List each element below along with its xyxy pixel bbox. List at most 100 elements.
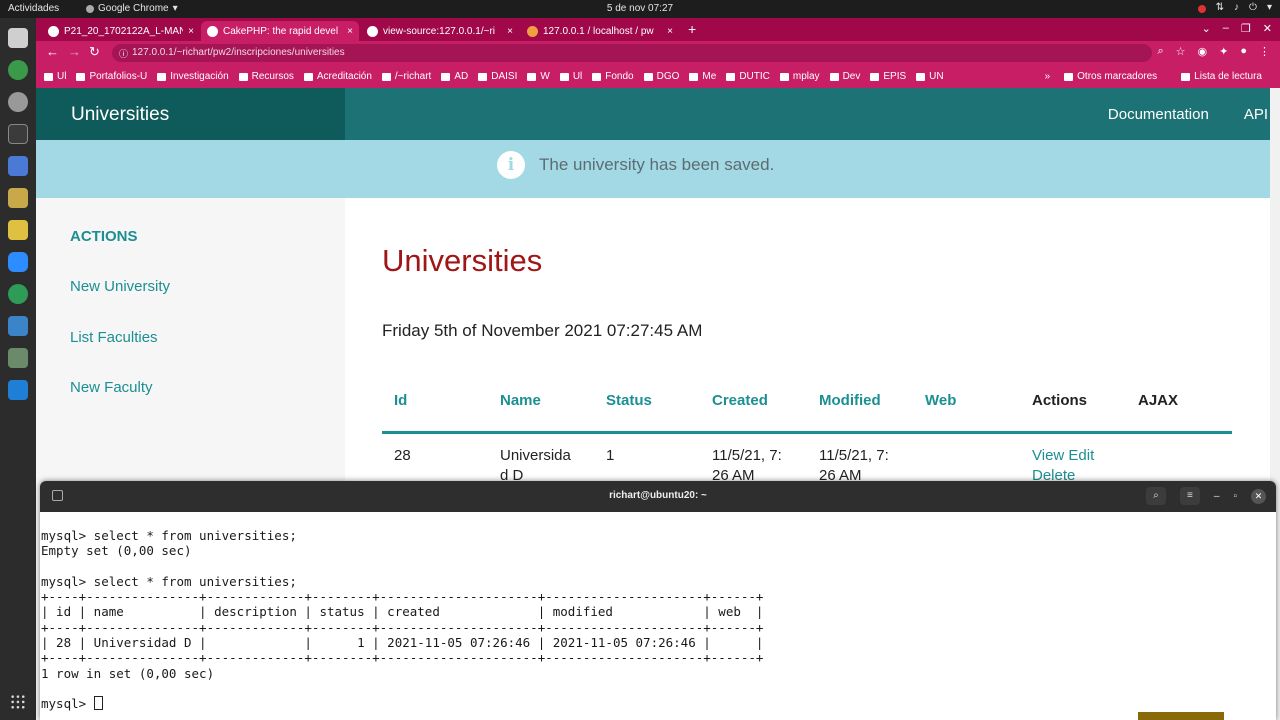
flash-text: The university has been saved. bbox=[539, 155, 775, 174]
bookmarks-more-button[interactable]: » bbox=[1045, 71, 1051, 82]
bookmark-item[interactable]: DGO bbox=[643, 71, 679, 82]
bookmark-item[interactable]: Ul bbox=[44, 71, 66, 82]
zoom-icon[interactable]: ⌕ bbox=[1157, 45, 1163, 58]
vm-icon[interactable] bbox=[8, 316, 28, 336]
chrome-icon[interactable] bbox=[8, 60, 28, 80]
bookmark-item[interactable]: DUTIC bbox=[726, 71, 770, 82]
close-icon[interactable]: × bbox=[188, 26, 194, 37]
terminal-line: | id | name | description | status | cre… bbox=[41, 604, 764, 620]
bookmark-item[interactable]: UN bbox=[916, 71, 944, 82]
tab-2[interactable]: view-source:127.0.0.1/~ri × bbox=[361, 21, 519, 41]
bookmark-item[interactable]: Me bbox=[689, 71, 716, 82]
brand-title[interactable]: Universities bbox=[71, 104, 169, 126]
other-bookmarks-folder[interactable]: Otros marcadores bbox=[1064, 71, 1157, 82]
address-bar[interactable]: ⓘ 127.0.0.1/~richart/pw2/inscripciones/u… bbox=[112, 44, 1152, 62]
vscode-icon[interactable] bbox=[8, 380, 28, 400]
bookmark-star-icon[interactable]: ☆ bbox=[1176, 45, 1186, 58]
bookmark-label: Acreditación bbox=[316, 71, 372, 82]
edit-link[interactable]: Edit bbox=[1068, 447, 1094, 464]
bookmark-item[interactable]: Dev bbox=[829, 71, 860, 82]
page-title: Universities bbox=[382, 243, 543, 278]
bookmark-label: DUTIC bbox=[739, 71, 770, 82]
documentation-link[interactable]: Documentation bbox=[1108, 106, 1209, 123]
header-name[interactable]: Name bbox=[500, 392, 541, 409]
bookmark-icon bbox=[478, 72, 488, 81]
info-icon[interactable]: ⓘ bbox=[119, 47, 128, 60]
new-university-link[interactable]: New University bbox=[70, 278, 170, 295]
header-web[interactable]: Web bbox=[925, 392, 956, 409]
app-icon-triangle[interactable] bbox=[8, 220, 28, 240]
close-icon[interactable]: × bbox=[507, 26, 513, 37]
bookmark-item[interactable]: mplay bbox=[779, 71, 820, 82]
bookmark-label: /~richart bbox=[394, 71, 432, 82]
terminal-output[interactable]: mysql> select * from universities; Empty … bbox=[41, 528, 1271, 712]
new-tab-button[interactable]: + bbox=[688, 21, 696, 37]
header-id[interactable]: Id bbox=[394, 392, 407, 409]
files-icon[interactable] bbox=[8, 28, 28, 48]
system-tray[interactable]: ⇅ ♪ ⏻ ▾ bbox=[1197, 2, 1272, 13]
extension-icon[interactable]: ◉ bbox=[1198, 45, 1208, 58]
api-link[interactable]: API bbox=[1244, 106, 1268, 123]
minimize-icon[interactable]: – bbox=[1223, 22, 1229, 35]
settings-icon[interactable] bbox=[8, 92, 28, 112]
close-icon[interactable]: ✕ bbox=[1251, 488, 1266, 504]
info-icon: i bbox=[497, 151, 525, 179]
view-link[interactable]: View bbox=[1032, 447, 1064, 464]
bookmark-label: Investigación bbox=[170, 71, 229, 82]
close-icon[interactable]: ✕ bbox=[1263, 22, 1272, 35]
reading-list-icon bbox=[1181, 72, 1191, 81]
header-modified[interactable]: Modified bbox=[819, 392, 881, 409]
archive-icon[interactable] bbox=[8, 188, 28, 208]
bookmark-item[interactable]: Recursos bbox=[238, 71, 294, 82]
terminal-line: mysql> select * from universities; bbox=[41, 573, 297, 589]
terminal-prompt-line[interactable]: mysql> bbox=[41, 696, 1271, 711]
bookmark-item[interactable]: Fondo bbox=[592, 71, 634, 82]
list-faculties-link[interactable]: List Faculties bbox=[70, 329, 158, 346]
dock bbox=[0, 18, 36, 720]
bookmark-item[interactable]: DAISI bbox=[478, 71, 517, 82]
bookmark-item[interactable]: AD bbox=[441, 71, 468, 82]
back-button[interactable]: ← bbox=[46, 44, 59, 59]
app-icon-green[interactable] bbox=[8, 284, 28, 304]
bookmark-label: mplay bbox=[792, 71, 820, 82]
close-icon[interactable]: × bbox=[347, 26, 353, 37]
minimize-icon[interactable]: – bbox=[1214, 491, 1220, 502]
bookmark-item[interactable]: Ul bbox=[559, 71, 582, 82]
bookmark-item[interactable]: Investigación bbox=[157, 71, 229, 82]
bookmark-item[interactable]: W bbox=[527, 71, 550, 82]
globe-favicon-icon bbox=[367, 25, 378, 37]
terminal-icon[interactable] bbox=[8, 124, 28, 144]
bookmark-item[interactable]: /~richart bbox=[381, 71, 432, 82]
hamburger-menu-icon[interactable]: ≡ bbox=[1179, 487, 1200, 505]
reading-list-button[interactable]: Lista de lectura bbox=[1181, 71, 1262, 82]
close-icon[interactable]: × bbox=[667, 26, 673, 37]
clock[interactable]: 5 de nov 07:27 bbox=[0, 3, 1280, 14]
tab-search-icon[interactable]: ⌄ bbox=[1202, 22, 1211, 35]
bookmark-item[interactable]: Acreditación bbox=[303, 71, 372, 82]
header-status[interactable]: Status bbox=[606, 392, 652, 409]
tab-0[interactable]: P21_20_1702122A_L-MAN × bbox=[42, 21, 200, 41]
search-icon[interactable]: ⌕ bbox=[1145, 487, 1166, 505]
show-apps-icon[interactable] bbox=[10, 694, 26, 710]
menu-kebab-icon[interactable]: ⋮ bbox=[1259, 45, 1270, 58]
bookmark-item[interactable]: EPIS bbox=[870, 71, 906, 82]
maximize-icon[interactable]: ▫ bbox=[1233, 491, 1237, 502]
photos-icon[interactable] bbox=[8, 348, 28, 368]
bookmark-icon bbox=[779, 72, 789, 81]
bookmark-icon bbox=[689, 72, 699, 81]
new-faculty-link[interactable]: New Faculty bbox=[70, 379, 153, 396]
app-icon-blue[interactable] bbox=[8, 156, 28, 176]
navbar-links: Documentation API bbox=[1108, 106, 1270, 123]
forward-button[interactable]: → bbox=[68, 44, 81, 59]
zoom-icon[interactable] bbox=[8, 252, 28, 272]
bookmark-item[interactable]: Portafolios-U bbox=[76, 71, 147, 82]
maximize-icon[interactable]: ❐ bbox=[1241, 22, 1251, 35]
bookmark-icon bbox=[870, 72, 880, 81]
tab-3[interactable]: 127.0.0.1 / localhost / pw × bbox=[521, 21, 679, 41]
terminal-line: mysql> select * from universities; bbox=[41, 528, 297, 543]
tab-1[interactable]: CakePHP: the rapid devel × bbox=[201, 21, 359, 41]
profile-icon[interactable]: ● bbox=[1240, 45, 1247, 58]
header-created[interactable]: Created bbox=[712, 392, 768, 409]
puzzle-icon[interactable]: ✦ bbox=[1219, 45, 1228, 58]
reload-button[interactable]: ↻ bbox=[89, 44, 100, 60]
